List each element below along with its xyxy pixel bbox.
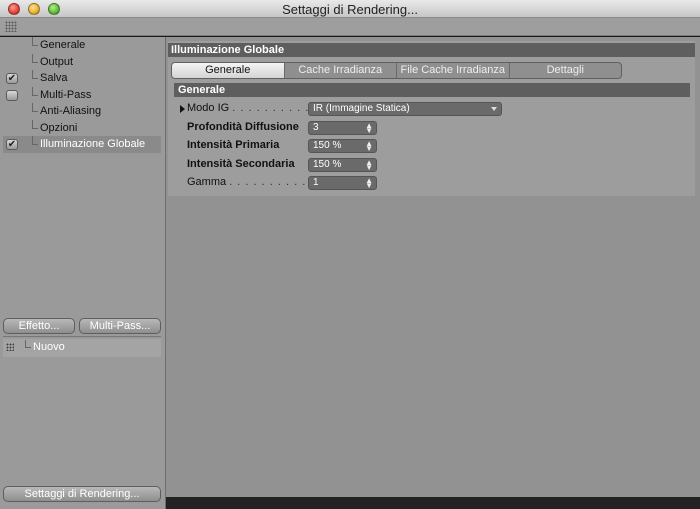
secondaria-label: Intensità Secondaria — [187, 158, 295, 170]
sidebar-item-multi-pass[interactable]: Multi-Pass — [3, 86, 161, 104]
profondita-label: Profondità Diffusione — [187, 121, 299, 133]
grip-handle-icon[interactable] — [5, 21, 17, 32]
sidebar-item-label: Generale — [40, 39, 86, 51]
tree-line-icon — [25, 340, 31, 348]
primaria-label: Intensità Primaria — [187, 139, 280, 151]
stepper-arrows-icon[interactable]: ▲ ▼ — [365, 122, 373, 135]
tab-generale[interactable]: Generale — [172, 63, 285, 78]
sidebar-item-anti-aliasing[interactable]: Anti-Aliasing — [3, 103, 161, 120]
toolbar-strip — [0, 18, 700, 36]
sidebar-item-illuminazione-globale[interactable]: ✔ Illuminazione Globale — [3, 136, 161, 153]
sidebar-item-label: Anti-Aliasing — [40, 105, 102, 117]
primaria-row: Intensità Primaria 150 % ▲ ▼ — [177, 139, 677, 153]
gamma-label-text: Gamma — [187, 176, 227, 188]
primaria-stepper[interactable]: 150 % ▲ ▼ — [308, 139, 377, 153]
gamma-value: 1 — [313, 177, 319, 188]
window-title: Settaggi di Rendering... — [282, 2, 418, 17]
gamma-stepper[interactable]: 1 ▲ ▼ — [308, 176, 377, 190]
stepper-arrows-icon[interactable]: ▲ ▼ — [365, 177, 373, 190]
stepper-arrows-icon[interactable]: ▲ ▼ — [365, 140, 373, 153]
sidebar-item-generale[interactable]: Generale — [3, 37, 161, 54]
section-title: Illuminazione Globale — [168, 43, 695, 57]
checkbox-unchecked-icon[interactable] — [6, 89, 18, 101]
sidebar-nav: Generale Output ✔ Salva Multi-Pass Anti-… — [3, 37, 161, 153]
modo-ig-value: IR (Immagine Statica) — [313, 103, 410, 114]
desktop-background-strip — [166, 497, 700, 509]
profondita-stepper[interactable]: 3 ▲ ▼ — [308, 121, 377, 135]
new-item-label: Nuovo — [33, 341, 65, 353]
tab-bar: Generale Cache Irradianza File Cache Irr… — [171, 62, 622, 79]
sidebar-item-opzioni[interactable]: Opzioni — [3, 119, 161, 137]
sidebar-item-label: Illuminazione Globale — [40, 138, 146, 150]
profondita-row: Profondità Diffusione 3 ▲ ▼ — [177, 121, 677, 135]
modo-ig-row: Modo IG . . . . . . . . . . . . . IR (Im… — [177, 102, 677, 116]
sidebar-item-label: Multi-Pass — [40, 88, 92, 101]
tree-line-icon — [32, 53, 38, 63]
settings-content: Illuminazione Globale Generale Cache Irr… — [168, 41, 695, 196]
subsection-title: Generale — [174, 83, 690, 97]
sidebar-item-label: Opzioni — [40, 121, 78, 134]
tab-cache-irradianza[interactable]: Cache Irradianza — [285, 63, 397, 78]
checkbox-checked-icon[interactable]: ✔ — [6, 139, 18, 150]
checkbox-checked-icon[interactable]: ✔ — [6, 73, 18, 84]
tab-dettagli[interactable]: Dettagli — [510, 63, 622, 78]
disclosure-triangle-icon[interactable] — [180, 105, 185, 113]
gamma-row: Gamma . . . . . . . . . . . . . . 1 ▲ ▼ — [177, 176, 677, 190]
tree-line-icon — [32, 37, 38, 46]
drag-handle-icon[interactable] — [6, 343, 14, 351]
sidebar-item-label: Salva — [40, 72, 68, 84]
chevron-down-icon — [491, 107, 497, 111]
title-bar: Settaggi di Rendering... — [0, 0, 700, 18]
secondaria-row: Intensità Secondaria 150 % ▲ ▼ — [177, 158, 677, 172]
render-settings-button[interactable]: Settaggi di Rendering... — [3, 486, 161, 502]
tree-line-icon — [32, 70, 38, 79]
tab-file-cache-irradianza[interactable]: File Cache Irradianza — [397, 63, 510, 78]
sidebar: Generale Output ✔ Salva Multi-Pass Anti-… — [0, 37, 166, 509]
primaria-value: 150 % — [313, 140, 342, 151]
effects-list-item[interactable]: Nuovo — [3, 339, 161, 357]
sidebar-item-label: Output — [40, 55, 74, 68]
multipass-button[interactable]: Multi-Pass... — [79, 318, 161, 334]
sidebar-item-salva[interactable]: ✔ Salva — [3, 70, 161, 87]
profondita-value: 3 — [313, 122, 319, 133]
tree-line-icon — [32, 103, 38, 112]
main-panel: Illuminazione Globale Generale Cache Irr… — [166, 37, 700, 509]
tree-line-icon — [32, 86, 38, 96]
modo-ig-select[interactable]: IR (Immagine Statica) — [308, 102, 502, 116]
stepper-arrows-icon[interactable]: ▲ ▼ — [365, 159, 373, 172]
tree-line-icon — [32, 119, 38, 129]
secondaria-value: 150 % — [313, 159, 342, 170]
tree-line-icon — [32, 136, 38, 145]
divider — [3, 336, 161, 337]
secondaria-stepper[interactable]: 150 % ▲ ▼ — [308, 158, 377, 172]
modo-ig-label-text: Modo IG — [187, 102, 230, 114]
effect-button[interactable]: Effetto... — [3, 318, 75, 334]
sidebar-item-output[interactable]: Output — [3, 53, 161, 71]
